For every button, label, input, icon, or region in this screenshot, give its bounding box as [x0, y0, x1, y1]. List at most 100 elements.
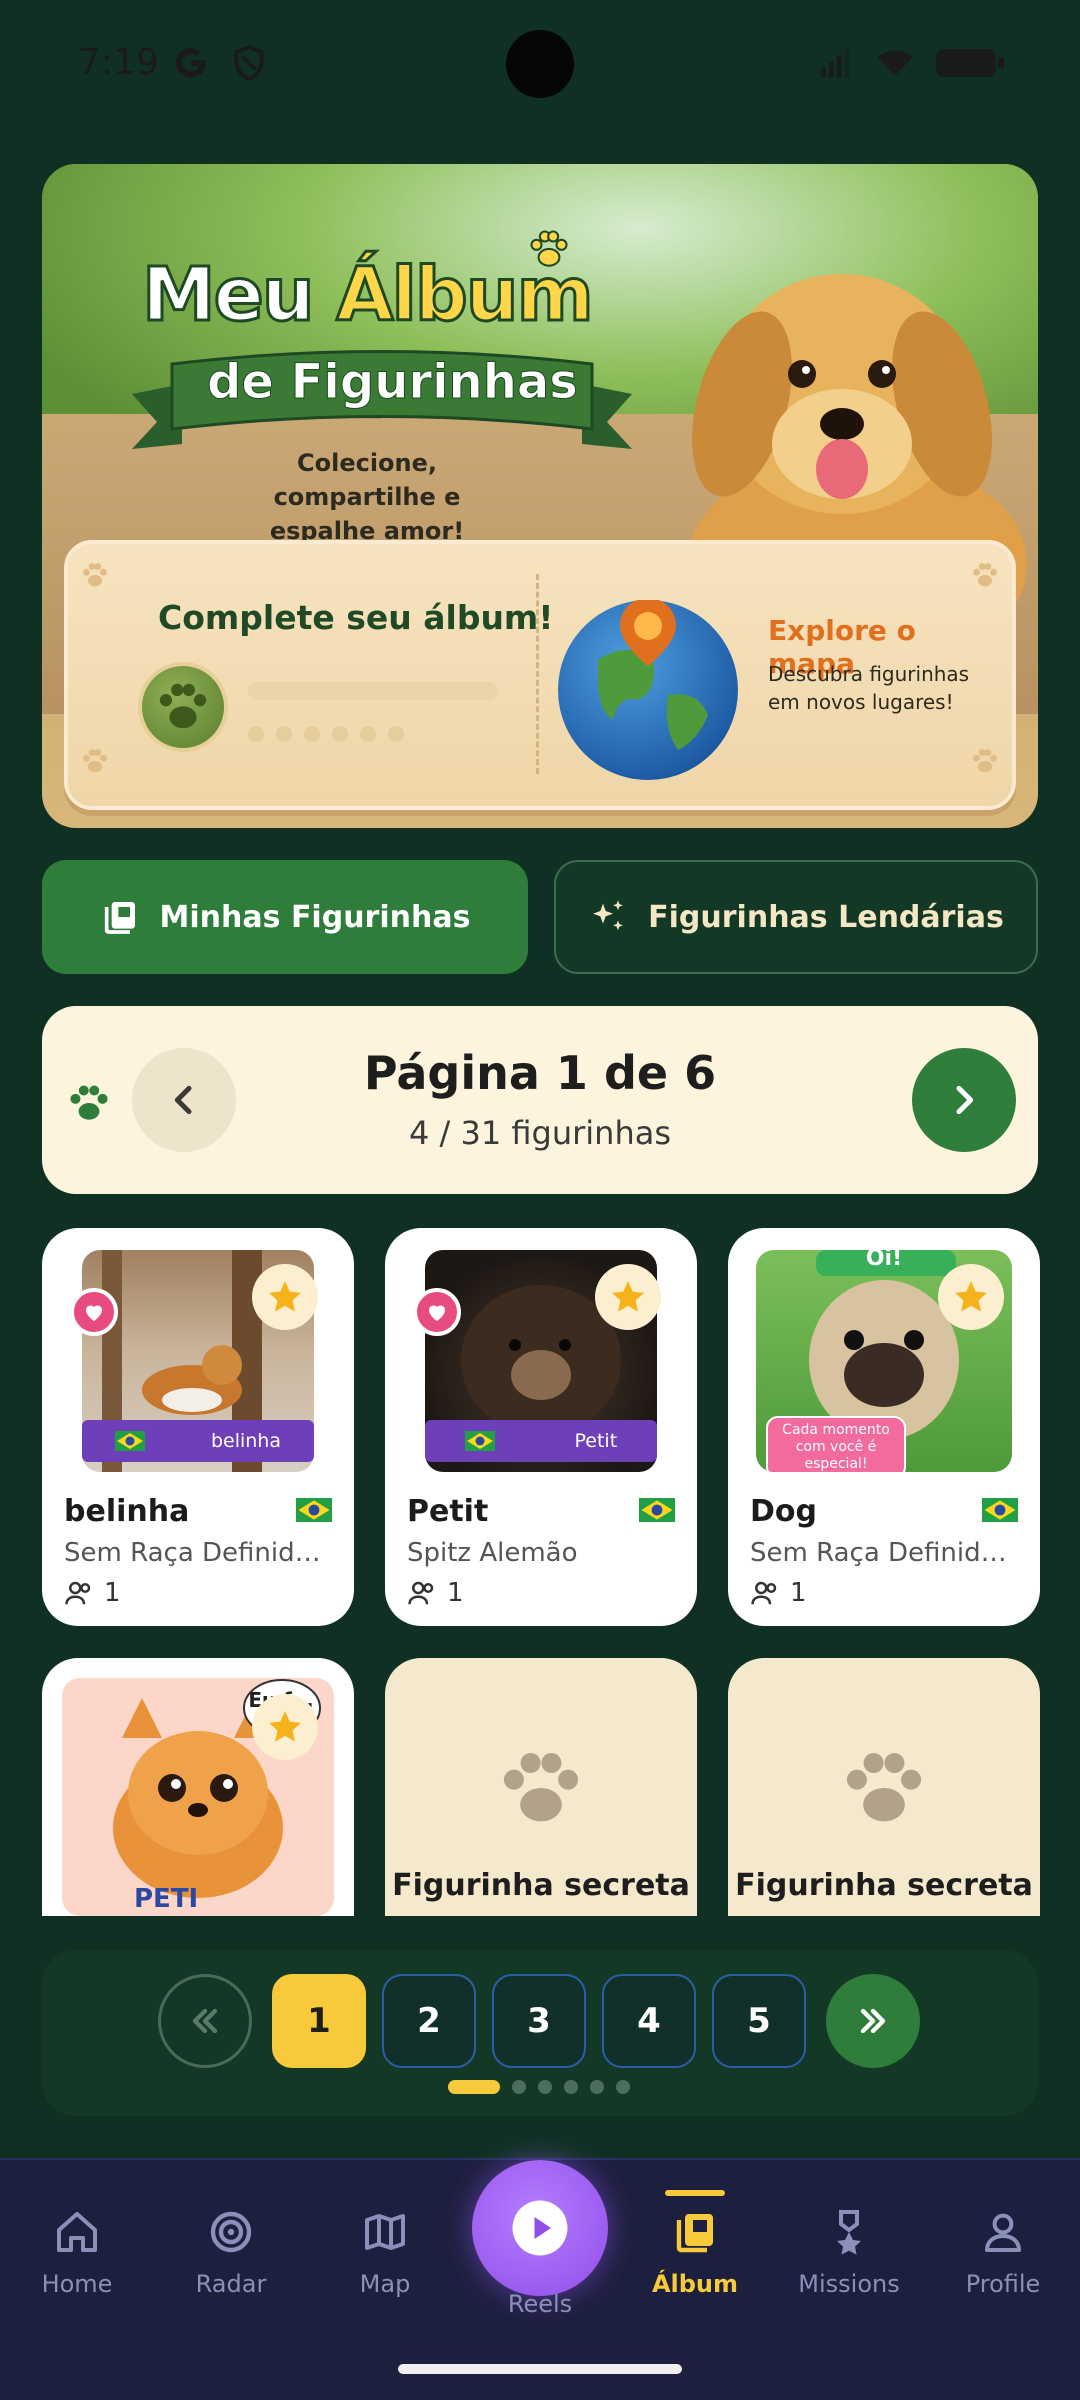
sticker-owners-count: 1 [447, 1578, 464, 1608]
paw-icon [973, 749, 997, 773]
brazil-flag-icon [114, 1431, 145, 1451]
sticker-count: 4 / 31 figurinhas [408, 1114, 671, 1152]
nav-missions-label: Missions [798, 2270, 900, 2298]
people-icon [751, 1581, 777, 1605]
favorite-heart-icon[interactable] [70, 1288, 118, 1336]
sticker-name-tag: belinha [82, 1420, 314, 1462]
brazil-flag-icon [296, 1498, 332, 1522]
double-chevron-left-icon [192, 2008, 218, 2034]
page-selector: 1 2 3 4 5 [42, 1950, 1038, 2116]
page-title: Página 1 de 6 [363, 1046, 717, 1100]
star-icon[interactable] [252, 1694, 318, 1760]
google-icon [175, 47, 206, 78]
paw-icon [83, 749, 107, 773]
page-4-button[interactable]: 4 [602, 1974, 696, 2068]
page-3-button[interactable]: 3 [492, 1974, 586, 2068]
sticker-name: Petit [407, 1494, 489, 1529]
nav-map[interactable]: Map [308, 2208, 462, 2298]
first-page-button[interactable] [158, 1974, 252, 2068]
person-icon [985, 2213, 1021, 2252]
nav-profile-label: Profile [965, 2270, 1041, 2298]
globe-map-icon [558, 598, 738, 780]
sticker-name: belinha [64, 1494, 190, 1529]
chevron-right-icon [956, 1085, 974, 1115]
tab-my-stickers[interactable]: Minhas Figurinhas [42, 860, 528, 974]
secret-sticker-card[interactable]: Figurinha secreta [385, 1658, 697, 1916]
nav-radar[interactable]: Radar [154, 2208, 308, 2298]
star-icon[interactable] [252, 1264, 318, 1330]
paw-icon [846, 1753, 922, 1822]
last-page-button[interactable] [826, 1974, 920, 2068]
album-page-header: Página 1 de 6 4 / 31 figurinhas [42, 1006, 1038, 1194]
nav-home-label: Home [41, 2270, 113, 2298]
shield-icon [234, 45, 264, 81]
paw-icon [530, 230, 568, 267]
sticker-breed: Spitz Alemão [407, 1538, 578, 1568]
nav-missions[interactable]: Missions [772, 2208, 926, 2298]
card-divider [536, 574, 539, 774]
paw-icon [70, 1085, 108, 1120]
signal-icon [821, 48, 850, 78]
map-icon [365, 2214, 405, 2250]
sticker-owners: 1 [750, 1578, 807, 1608]
nav-profile[interactable]: Profile [926, 2208, 1080, 2298]
album-icon [676, 2214, 713, 2253]
hero-info-card: Complete seu álbum! Explore o mapa Descu… [64, 540, 1016, 810]
nav-map-label: Map [359, 2270, 411, 2298]
explore-map-subtitle: Descubra figurinhas em novos lugares! [768, 662, 970, 714]
tab-my-stickers-label: Minhas Figurinhas [159, 899, 471, 935]
page-indicator-dots [448, 2080, 630, 2094]
page-5-button[interactable]: 5 [712, 1974, 806, 2068]
radar-icon [210, 2211, 252, 2253]
page-1-button[interactable]: 1 [272, 1974, 366, 2068]
sticker-name-tag: Petit [425, 1420, 657, 1462]
paw-icon [503, 1753, 579, 1822]
nav-home[interactable]: Home [0, 2208, 154, 2298]
album-icon [104, 902, 135, 934]
nav-reels-button[interactable] [472, 2160, 608, 2296]
next-page-button[interactable] [912, 1048, 1016, 1152]
sticker-owners: 1 [64, 1578, 121, 1608]
secret-sticker-card[interactable]: Figurinha secreta [728, 1658, 1040, 1916]
sticker-breed: Sem Raça Definida (... [750, 1538, 1020, 1568]
people-icon [65, 1581, 91, 1605]
nav-album[interactable]: Álbum [618, 2190, 772, 2298]
home-indicator-bar[interactable] [398, 2364, 682, 2374]
sticker-name: Dog [750, 1494, 817, 1529]
paw-badge-icon [138, 662, 228, 752]
people-icon [408, 1581, 434, 1605]
paw-icon [973, 563, 997, 587]
active-tab-indicator [665, 2190, 725, 2196]
star-icon[interactable] [938, 1264, 1004, 1330]
nav-album-label: Álbum [651, 2270, 739, 2298]
album-progress-bar [248, 682, 498, 700]
sticker-caption: PETI [134, 1884, 199, 1914]
paw-icon [83, 563, 107, 587]
sticker-card-dog[interactable]: Oi! Cada momento com você é especial! Do… [728, 1228, 1040, 1626]
camera-cutout [506, 30, 574, 98]
tab-legendary-stickers-label: Figurinhas Lendárias [648, 899, 1004, 935]
speech-bubble: Cada momento com você é especial! [766, 1416, 906, 1472]
sticker-card-belinha[interactable]: belinha belinha Sem Raça Definida (... 1 [42, 1228, 354, 1626]
sparkles-icon [593, 900, 624, 931]
sticker-card-petit[interactable]: Petit Petit Spitz Alemão 1 [385, 1228, 697, 1626]
tab-legendary-stickers[interactable]: Figurinhas Lendárias [554, 860, 1038, 974]
sticker-tag-text: belinha [210, 1430, 281, 1452]
play-icon [512, 2200, 568, 2256]
sticker-owners: 1 [407, 1578, 464, 1608]
wifi-icon [877, 50, 913, 76]
nav-reels-label: Reels [507, 2290, 573, 2318]
star-icon[interactable] [595, 1264, 661, 1330]
brazil-flag-icon [982, 1498, 1018, 1522]
sticker-card-peti[interactable]: Eu f... PETI [42, 1658, 354, 1916]
secret-sticker-label: Figurinha secreta [735, 1868, 1033, 1903]
hero-ribbon-text: de Figurinhas [207, 354, 579, 411]
page-2-button[interactable]: 2 [382, 1974, 476, 2068]
favorite-heart-icon[interactable] [413, 1288, 461, 1336]
complete-album-title: Complete seu álbum! [158, 598, 554, 637]
brazil-flag-icon [464, 1431, 495, 1451]
hero-subtitle: Colecione, compartilhe e espalhe amor! [269, 449, 465, 545]
previous-page-button[interactable] [132, 1048, 236, 1152]
album-hero-banner[interactable]: Meu Álbum de Figurinhas Colecione, compa… [42, 164, 1038, 828]
home-icon [57, 2212, 97, 2252]
